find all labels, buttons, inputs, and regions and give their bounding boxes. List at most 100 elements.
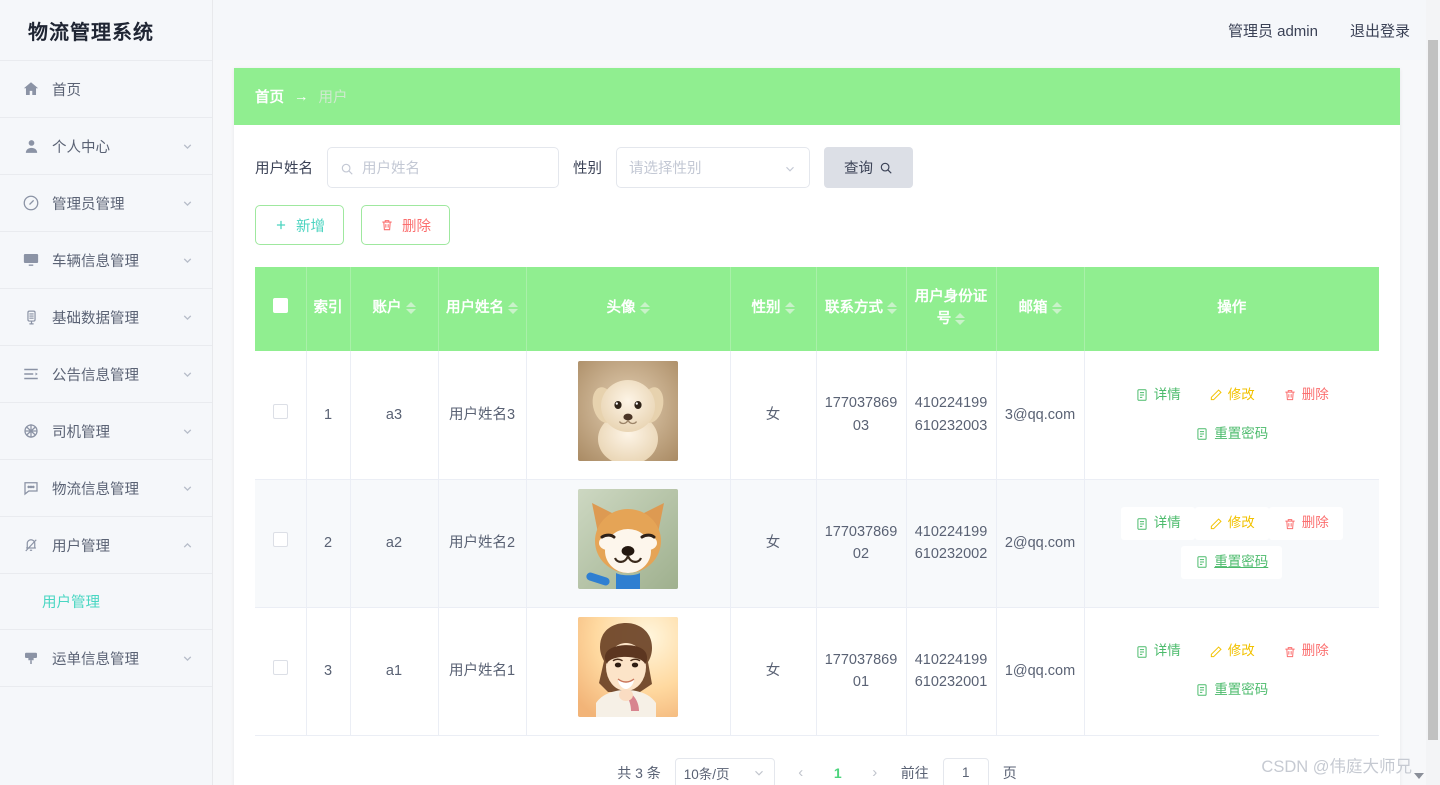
search-icon (879, 160, 893, 176)
cell-username: 用户姓名1 (438, 607, 527, 736)
row-delete-button[interactable]: 删除 (1269, 379, 1343, 412)
column-account[interactable]: 账户 (350, 267, 439, 351)
topbar: 管理员 admin 退出登录 (213, 0, 1440, 60)
chevron-down-icon (180, 139, 194, 153)
sidebar-item-basic-data-management[interactable]: 基础数据管理 (0, 289, 212, 346)
sidebar-item-label: 管理员管理 (52, 196, 125, 213)
row-delete-button-label: 删除 (1301, 386, 1329, 402)
sidebar-item-driver-management[interactable]: 司机管理 (0, 403, 212, 460)
user-table: 索引 账户 用户姓名 头像 性别 联系方式 用户身份证号 邮箱 操作 1 a3 … (255, 267, 1379, 736)
edit-button-label: 修改 (1227, 643, 1255, 659)
add-button[interactable]: 新增 (255, 205, 344, 245)
cell-operations: 详情 修改 删除 重置密码 (1084, 351, 1379, 480)
sidebar-item-label: 司机管理 (52, 424, 110, 441)
row-checkbox[interactable] (272, 659, 288, 675)
table-row[interactable]: 1 a3 用户姓名3 女 17703786903 410224199610232… (255, 351, 1379, 480)
sidebar-item-waybill-info-management[interactable]: 运单信息管理 (0, 630, 212, 687)
user-table-head: 索引 账户 用户姓名 头像 性别 联系方式 用户身份证号 邮箱 操作 (255, 267, 1379, 351)
column-username[interactable]: 用户姓名 (438, 267, 527, 351)
table-row[interactable]: 2 a2 用户姓名2 女 17703786902 410224199610232… (255, 479, 1379, 608)
search-username-input[interactable]: 用户姓名 (327, 147, 559, 188)
edit-button[interactable]: 修改 (1195, 635, 1269, 668)
sidebar-item-notice-info-management[interactable]: 公告信息管理 (0, 346, 212, 403)
jump-page-input[interactable]: 1 (942, 757, 989, 785)
add-button-label: 新增 (296, 218, 325, 235)
column-avatar[interactable]: 头像 (526, 267, 731, 351)
cell-email: 1@qq.com (996, 607, 1085, 736)
avatar[interactable] (578, 617, 678, 718)
sidebar-subitem-user-management[interactable]: 用户管理 (0, 574, 212, 630)
sidebar-item-label: 用户管理 (52, 538, 110, 555)
row-checkbox[interactable] (272, 403, 288, 419)
sidebar-item-vehicle-info-management[interactable]: 车辆信息管理 (0, 232, 212, 289)
sidebar-item-personal-center[interactable]: 个人中心 (0, 118, 212, 175)
chat-icon (20, 477, 42, 499)
app-root: 物流管理系统 首页 个人中心 管理员管理 车辆信息管理 基础数据管理 公告信息管… (0, 0, 1440, 785)
search-form: 用户姓名 用户姓名 性别 请选择性别 查询 (234, 125, 1400, 188)
sidebar-item-logistics-info-management[interactable]: 物流信息管理 (0, 460, 212, 517)
sidebar-item-user-management[interactable]: 用户管理 (0, 517, 212, 574)
prev-page-button[interactable]: ‹ (789, 759, 813, 785)
column-gender[interactable]: 性别 (730, 267, 817, 351)
column-phone-label: 联系方式 (825, 300, 883, 317)
current-user-label[interactable]: 管理员 admin (1228, 20, 1318, 41)
avatar[interactable] (578, 361, 678, 462)
vertical-scrollbar[interactable] (1426, 0, 1440, 785)
row-operations-secondary: 重置密码 (1181, 546, 1283, 579)
next-page-button[interactable]: › (863, 759, 887, 785)
edit-button[interactable]: 修改 (1195, 379, 1269, 412)
column-username-label: 用户姓名 (446, 300, 504, 317)
trash-icon (380, 217, 394, 233)
sort-icon[interactable] (784, 302, 795, 315)
edit-button[interactable]: 修改 (1194, 507, 1269, 540)
avatar[interactable] (578, 489, 678, 590)
sort-icon[interactable] (639, 302, 650, 315)
sort-icon[interactable] (955, 313, 966, 326)
content-area: 首页 → 用户 用户姓名 用户姓名 性别 请选择性别 查询 新增 删除 索引 账… (213, 60, 1440, 785)
cell-email: 2@qq.com (996, 479, 1085, 608)
row-checkbox[interactable] (272, 531, 288, 547)
column-index: 索引 (306, 267, 351, 351)
sidebar-item-home[interactable]: 首页 (0, 61, 212, 118)
sort-icon[interactable] (405, 302, 416, 315)
search-gender-placeholder: 请选择性别 (629, 161, 702, 177)
search-gender-select[interactable]: 请选择性别 (616, 147, 810, 188)
reset-password-button[interactable]: 重置密码 (1181, 674, 1282, 707)
logout-link[interactable]: 退出登录 (1350, 20, 1410, 41)
sidebar-item-label: 物流信息管理 (52, 481, 139, 498)
cell-avatar (526, 607, 731, 736)
row-operations-secondary: 重置密码 (1181, 674, 1282, 707)
scroll-down-arrow-icon[interactable] (1414, 773, 1424, 779)
list-icon (20, 363, 42, 385)
sidebar-item-admin-management[interactable]: 管理员管理 (0, 175, 212, 232)
row-delete-button[interactable]: 删除 (1268, 507, 1343, 540)
reset-password-button[interactable]: 重置密码 (1181, 546, 1283, 579)
page-number-1[interactable]: 1 (827, 759, 849, 785)
column-phone[interactable]: 联系方式 (816, 267, 907, 351)
reset-password-button[interactable]: 重置密码 (1181, 418, 1282, 451)
row-select-cell (255, 351, 307, 480)
action-toolbar: 新增 删除 (234, 188, 1400, 245)
scrollbar-thumb[interactable] (1428, 40, 1438, 740)
select-all-checkbox[interactable] (272, 297, 288, 313)
page-size-select[interactable]: 10条/页 (674, 757, 775, 785)
sort-icon[interactable] (508, 302, 518, 315)
breadcrumb-current[interactable]: 用户 (319, 86, 348, 107)
column-idcard[interactable]: 用户身份证号 (906, 267, 997, 351)
breadcrumb: 首页 → 用户 (234, 68, 1400, 125)
table-row[interactable]: 3 a1 用户姓名1 女 17703786901 410224199610232… (255, 607, 1379, 736)
column-operations-label: 操作 (1217, 300, 1247, 317)
detail-button-label: 详情 (1153, 386, 1181, 402)
detail-button[interactable]: 详情 (1121, 635, 1195, 668)
user-icon (20, 135, 42, 157)
detail-button[interactable]: 详情 (1120, 507, 1195, 540)
detail-button[interactable]: 详情 (1121, 379, 1195, 412)
row-delete-button[interactable]: 删除 (1269, 635, 1343, 668)
sort-icon[interactable] (1051, 302, 1062, 315)
column-email[interactable]: 邮箱 (996, 267, 1085, 351)
sidebar-item-label: 个人中心 (52, 139, 110, 156)
breadcrumb-home[interactable]: 首页 (255, 86, 284, 107)
delete-button[interactable]: 删除 (361, 205, 450, 245)
query-button[interactable]: 查询 (824, 147, 913, 188)
sort-icon[interactable] (887, 302, 897, 315)
